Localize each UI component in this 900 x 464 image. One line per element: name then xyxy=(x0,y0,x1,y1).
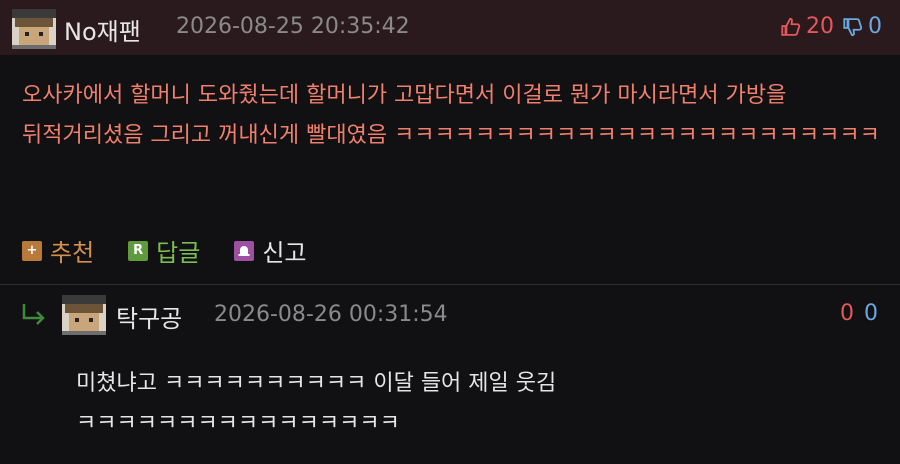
comment-avatar[interactable] xyxy=(62,295,106,335)
post-header: No재팬 2026-08-25 20:35:42 20 0 xyxy=(0,0,900,55)
comment-timestamp: 2026-08-26 00:31:54 xyxy=(214,302,448,327)
recommend-label: 추천 xyxy=(50,239,95,267)
reply-button[interactable]: R 답글 xyxy=(128,233,200,268)
post-downvote-count: 0 xyxy=(868,14,882,39)
thumbs-down-icon[interactable] xyxy=(842,16,864,38)
report-button[interactable]: 신고 xyxy=(234,233,307,268)
reply-label: 답글 xyxy=(156,239,201,267)
report-label: 신고 xyxy=(262,239,307,267)
post-upvote-count: 20 xyxy=(806,14,834,39)
thumbs-up-icon[interactable] xyxy=(780,16,802,38)
report-bell-icon xyxy=(234,240,255,261)
comment-username[interactable]: 탁구공 xyxy=(116,299,182,334)
comment-votes: 0 0 xyxy=(840,301,878,326)
reply-arrow-icon xyxy=(22,304,45,325)
post-timestamp: 2026-08-25 20:35:42 xyxy=(176,14,410,39)
plus-icon: + xyxy=(22,240,42,261)
reply-r-icon: R xyxy=(128,240,149,261)
recommend-button[interactable]: + 추천 xyxy=(22,233,94,268)
user-avatar[interactable] xyxy=(12,9,56,49)
comment-body: 미쳤냐고 ㅋㅋㅋㅋㅋㅋㅋㅋㅋㅋ 이달 들어 제일 웃김 ㅋㅋㅋㅋㅋㅋㅋㅋㅋㅋㅋㅋ… xyxy=(76,371,557,436)
post-actions: + 추천 R 답글 신고 xyxy=(22,233,341,268)
post-body: 오사카에서 할머니 도와줬는데 할머니가 고맙다면서 이걸로 뭔가 마시라면서 … xyxy=(22,83,880,148)
comment-divider xyxy=(0,284,900,285)
comment-upvote-count[interactable]: 0 xyxy=(840,301,854,326)
post-votes: 20 0 xyxy=(780,14,882,39)
post-username[interactable]: No재팬 xyxy=(64,12,141,47)
comment-downvote-count[interactable]: 0 xyxy=(864,301,878,326)
